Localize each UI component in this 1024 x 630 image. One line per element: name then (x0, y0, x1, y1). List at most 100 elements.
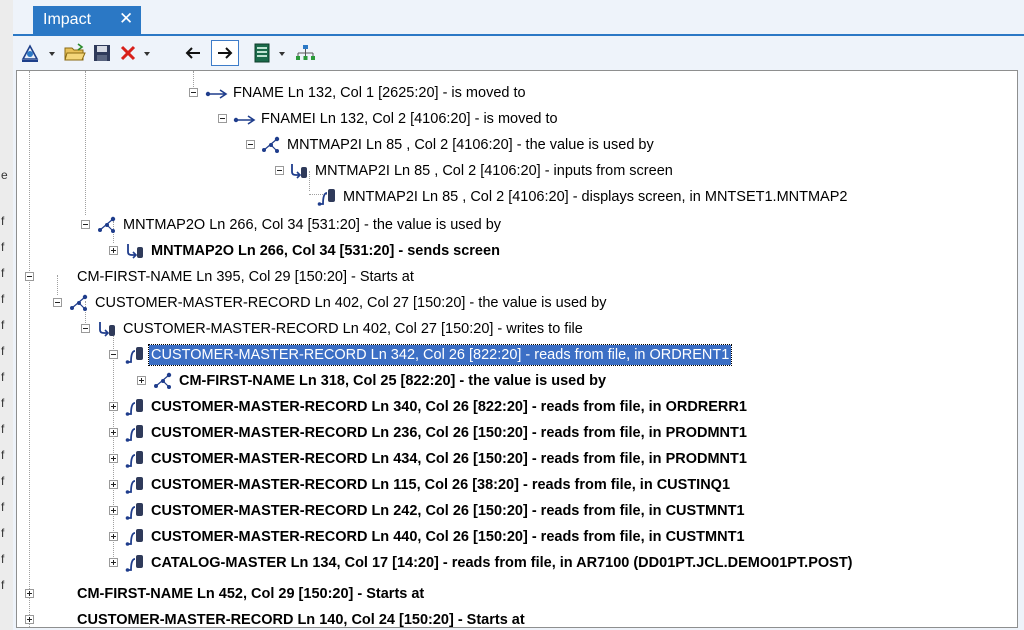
left-margin-char: f (1, 292, 5, 306)
tree-node-label: CUSTOMER-MASTER-RECORD Ln 342, Col 26 [8… (147, 344, 733, 366)
tree-row[interactable]: CUSTOMER-MASTER-RECORD Ln 434, Col 26 [1… (17, 448, 1017, 470)
tree-row[interactable]: CM-FIRST-NAME Ln 318, Col 25 [822:20] - … (17, 370, 1017, 392)
used-by-icon (69, 294, 89, 317)
collapse-toggle[interactable] (189, 88, 198, 97)
tree-row[interactable]: MNTMAP2I Ln 85 , Col 2 [4106:20] - input… (17, 160, 1017, 182)
expand-toggle[interactable] (25, 615, 34, 624)
tree-node-label: CUSTOMER-MASTER-RECORD Ln 402, Col 27 [1… (95, 295, 607, 311)
tab-bar: Impact ✕ (13, 0, 1024, 36)
close-icon[interactable]: ✕ (119, 9, 133, 29)
expand-toggle[interactable] (137, 376, 146, 385)
expand-toggle[interactable] (109, 558, 118, 567)
forward-button[interactable] (211, 40, 239, 66)
tab-impact[interactable]: Impact ✕ (33, 6, 141, 34)
collapse-toggle[interactable] (81, 220, 90, 229)
chevron-down-icon[interactable] (49, 52, 55, 56)
read-file-icon (125, 450, 145, 473)
expand-toggle[interactable] (109, 532, 118, 541)
tree-node-label: CUSTOMER-MASTER-RECORD Ln 434, Col 26 [1… (151, 451, 747, 467)
tree-row[interactable]: MNTMAP2O Ln 266, Col 34 [531:20] - the v… (17, 214, 1017, 236)
tree-row[interactable]: MNTMAP2I Ln 85 , Col 2 [4106:20] - the v… (17, 134, 1017, 156)
tree-node-label: CUSTOMER-MASTER-RECORD Ln 140, Col 24 [1… (77, 612, 525, 628)
left-margin-char: f (1, 552, 5, 566)
tree-node-label: CM-FIRST-NAME Ln 318, Col 25 [822:20] - … (179, 373, 607, 389)
collapse-toggle[interactable] (25, 272, 34, 281)
tree-node-label: CUSTOMER-MASTER-RECORD Ln 115, Col 26 [3… (151, 477, 731, 493)
impact-analysis-button[interactable] (19, 41, 41, 65)
hierarchy-button[interactable] (293, 41, 317, 65)
read-file-icon (125, 528, 145, 551)
used-by-icon (261, 136, 281, 159)
left-panel-edge: e f f f f f f f f f f f f f f f (0, 0, 14, 630)
chevron-down-icon[interactable] (144, 52, 150, 56)
tree-node-label: CATALOG-MASTER Ln 134, Col 17 [14:20] - … (151, 555, 853, 571)
back-button[interactable] (181, 41, 205, 65)
arrow-right-icon (233, 113, 257, 131)
collapse-toggle[interactable] (53, 298, 62, 307)
tree-row[interactable]: CUSTOMER-MASTER-RECORD Ln 140, Col 24 [1… (17, 609, 1017, 628)
expand-toggle[interactable] (109, 454, 118, 463)
tree-node-label: MNTMAP2I Ln 85 , Col 2 [4106:20] - displ… (343, 189, 848, 205)
delete-button[interactable] (117, 41, 139, 65)
expand-toggle[interactable] (109, 506, 118, 515)
collapse-toggle[interactable] (218, 114, 227, 123)
left-margin-char: f (1, 578, 5, 592)
tree-row[interactable]: FNAMEI Ln 132, Col 2 [4106:20] - is move… (17, 108, 1017, 130)
left-margin-char: f (1, 240, 5, 254)
left-margin-char: f (1, 422, 5, 436)
tree-row[interactable]: CUSTOMER-MASTER-RECORD Ln 440, Col 26 [1… (17, 526, 1017, 548)
tree-row-selected[interactable]: CUSTOMER-MASTER-RECORD Ln 342, Col 26 [8… (17, 344, 1017, 366)
tree-node-label: CUSTOMER-MASTER-RECORD Ln 440, Col 26 [1… (151, 529, 745, 545)
left-margin-char: f (1, 448, 5, 462)
delete-icon (119, 44, 137, 62)
left-margin-char: e (1, 168, 8, 182)
tree-node-label: CUSTOMER-MASTER-RECORD Ln 236, Col 26 [1… (151, 425, 747, 441)
tree-row[interactable]: CUSTOMER-MASTER-RECORD Ln 242, Col 26 [1… (17, 500, 1017, 522)
expand-toggle[interactable] (25, 589, 34, 598)
expand-toggle[interactable] (109, 428, 118, 437)
tree-row[interactable]: MNTMAP2O Ln 266, Col 34 [531:20] - sends… (17, 240, 1017, 262)
read-file-icon (125, 554, 145, 577)
tree-row[interactable]: CUSTOMER-MASTER-RECORD Ln 115, Col 26 [3… (17, 474, 1017, 496)
tree-row[interactable]: CUSTOMER-MASTER-RECORD Ln 402, Col 27 [1… (17, 292, 1017, 314)
tab-title: Impact (43, 11, 92, 28)
tree-row[interactable]: CATALOG-MASTER Ln 134, Col 17 [14:20] - … (17, 552, 1017, 574)
collapse-toggle[interactable] (81, 324, 90, 333)
screen-input-icon (97, 320, 117, 343)
tree-row[interactable]: CUSTOMER-MASTER-RECORD Ln 340, Col 26 [8… (17, 396, 1017, 418)
tree-row[interactable]: CM-FIRST-NAME Ln 452, Col 29 [150:20] - … (17, 583, 1017, 605)
tree-node-label: MNTMAP2I Ln 85 , Col 2 [4106:20] - the v… (287, 137, 654, 153)
chevron-down-icon[interactable] (279, 52, 285, 56)
tree-row[interactable]: FNAME Ln 132, Col 1 [2625:20] - is moved… (17, 82, 1017, 104)
tree-node-label: MNTMAP2O Ln 266, Col 34 [531:20] - sends… (151, 243, 500, 259)
impact-analysis-icon (20, 43, 40, 63)
tree-node-label: CUSTOMER-MASTER-RECORD Ln 340, Col 26 [8… (151, 399, 747, 415)
read-file-icon (125, 502, 145, 525)
impact-tree[interactable]: FNAME Ln 132, Col 1 [2625:20] - is moved… (16, 70, 1018, 628)
tree-node-label: MNTMAP2I Ln 85 , Col 2 [4106:20] - input… (315, 163, 673, 179)
left-margin-char: f (1, 526, 5, 540)
tree-node-label: MNTMAP2O Ln 266, Col 34 [531:20] - the v… (123, 217, 502, 233)
open-folder-button[interactable] (63, 41, 87, 65)
expand-toggle[interactable] (109, 402, 118, 411)
left-margin-char: f (1, 318, 5, 332)
collapse-toggle[interactable] (246, 140, 255, 149)
tree-row[interactable]: CUSTOMER-MASTER-RECORD Ln 402, Col 27 [1… (17, 318, 1017, 340)
left-margin-char: f (1, 474, 5, 488)
tree-row[interactable]: MNTMAP2I Ln 85 , Col 2 [4106:20] - displ… (17, 186, 1017, 208)
tree-node-label: CUSTOMER-MASTER-RECORD Ln 242, Col 26 [1… (151, 503, 745, 519)
collapse-toggle[interactable] (109, 350, 118, 359)
read-file-icon (125, 346, 145, 369)
save-button[interactable] (91, 41, 113, 65)
collapse-toggle[interactable] (275, 166, 284, 175)
save-icon (93, 44, 111, 62)
tree-node-label: CUSTOMER-MASTER-RECORD Ln 402, Col 27 [1… (123, 321, 583, 337)
arrow-right-icon (205, 87, 229, 105)
impact-pane: Impact ✕ FNAME Ln 132, Col 1 [2625:20] -… (13, 0, 1024, 630)
expand-toggle[interactable] (109, 246, 118, 255)
folder-open-icon (64, 43, 86, 63)
tree-row[interactable]: CUSTOMER-MASTER-RECORD Ln 236, Col 26 [1… (17, 422, 1017, 444)
expand-toggle[interactable] (109, 480, 118, 489)
export-button[interactable] (251, 41, 273, 65)
tree-row[interactable]: CM-FIRST-NAME Ln 395, Col 29 [150:20] - … (17, 266, 1017, 288)
